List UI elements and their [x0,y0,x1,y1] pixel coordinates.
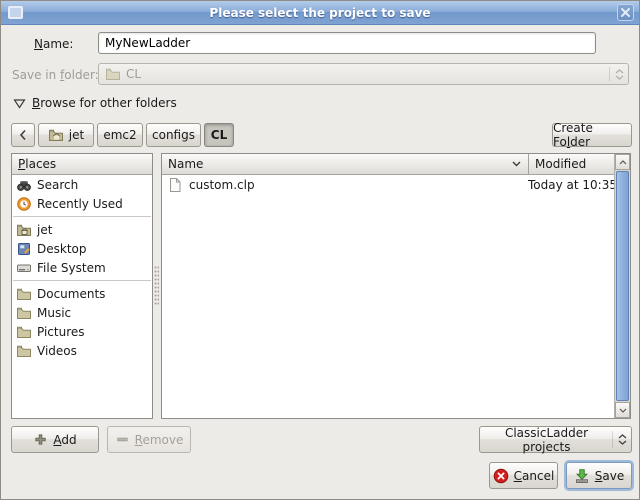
places-item-music[interactable]: Music [12,303,152,322]
search-icon [16,177,32,193]
places-panel: Places Search Recently Used [11,153,153,419]
path-label: configs [152,128,195,142]
scrollbar-thumb[interactable] [616,171,629,401]
column-modified-label: Modified [535,157,586,171]
close-button[interactable] [617,4,634,21]
save-label: Save [595,469,624,483]
plus-icon [33,432,48,447]
path-button-jet[interactable]: jet [38,123,94,147]
places-item-jet[interactable]: jet [12,220,152,239]
column-header-name[interactable]: Name [162,154,528,175]
save-icon [574,468,590,484]
remove-button: Remove [107,426,191,453]
folder-icon [105,66,121,82]
folder-icon [16,343,32,359]
filesystem-icon [16,260,32,276]
panel-splitter[interactable] [153,153,160,419]
close-icon [620,7,631,18]
file-list-scrollbar[interactable] [614,154,630,418]
remove-label: Remove [135,433,184,447]
path-back-button[interactable] [11,123,35,147]
places-header-label: Places [18,157,56,171]
path-button-configs[interactable]: configs [146,123,201,147]
save-button[interactable]: Save [566,462,632,489]
places-item-search[interactable]: Search [12,175,152,194]
scroll-down-button[interactable] [615,402,630,418]
save-in-folder-combo: CL [98,63,629,85]
places-item-desktop[interactable]: Desktop [12,239,152,258]
create-folder-label: Create Folder [553,121,631,149]
save-in-folder-label: Save in folder: [12,68,99,82]
folder-icon [16,305,32,321]
desktop-icon [16,241,32,257]
places-item-label: Videos [37,344,77,358]
create-folder-button[interactable]: Create Folder [552,123,632,147]
path-button-cl-current[interactable]: CL [204,123,234,147]
places-item-label: File System [37,261,106,275]
minus-icon [115,432,130,447]
file-modified: Today at 10:35 [528,178,614,192]
folder-icon [16,286,32,302]
places-separator [13,280,151,281]
file-icon [168,177,183,193]
add-button[interactable]: Add [11,426,99,453]
path-label: CL [211,128,227,142]
places-item-pictures[interactable]: Pictures [12,322,152,341]
combo-spinner-icon [609,67,624,81]
save-project-dialog: Please select the project to save Name: … [0,0,640,500]
cancel-button[interactable]: Cancel [489,462,558,489]
file-row-custom-clp[interactable]: custom.clp Today at 10:35 [162,175,614,195]
places-item-label: Pictures [37,325,85,339]
chevron-down-icon [619,408,627,413]
places-item-file-system[interactable]: File System [12,258,152,277]
places-item-label: Recently Used [37,197,123,211]
expander-label: Browse for other folders [32,96,177,110]
window-title: Please select the project to save [1,6,639,20]
browse-other-folders-expander[interactable]: Browse for other folders [13,96,177,110]
home-folder-icon [16,222,32,238]
chevron-up-icon [619,160,627,165]
places-item-label: Music [37,306,71,320]
places-item-documents[interactable]: Documents [12,284,152,303]
file-type-filter-combo[interactable]: ClassicLadder projects [479,426,632,453]
add-label: Add [53,433,76,447]
places-item-label: Documents [37,287,105,301]
places-item-label: Search [37,178,78,192]
places-item-label: Desktop [37,242,87,256]
save-in-folder-value: CL [126,67,604,81]
places-item-recently-used[interactable]: Recently Used [12,194,152,213]
places-item-label: jet [37,223,52,237]
path-button-emc2[interactable]: emc2 [97,123,143,147]
combo-spinner-icon [612,431,627,449]
filter-value: ClassicLadder projects [486,426,607,454]
expander-open-icon [13,98,26,109]
cancel-icon [493,468,509,484]
chevron-left-icon [19,129,27,141]
titlebar[interactable]: Please select the project to save [1,1,639,25]
folder-icon [16,324,32,340]
file-list-panel: Name Modified custom.clp Today at 10:35 [161,153,631,419]
places-separator [13,216,151,217]
name-input[interactable] [98,32,596,54]
column-header-modified[interactable]: Modified [528,154,614,175]
path-label: jet [69,128,84,142]
file-name: custom.clp [189,178,255,192]
home-folder-icon [48,127,64,143]
name-label: Name: [34,37,73,51]
sort-descending-icon [511,160,522,168]
places-item-videos[interactable]: Videos [12,341,152,360]
places-header: Places [12,154,152,175]
recent-icon [16,196,32,212]
splitter-grip-icon [154,266,159,306]
path-label: emc2 [103,128,136,142]
column-name-label: Name [168,157,203,171]
scroll-up-button[interactable] [615,154,630,170]
cancel-label: Cancel [514,469,555,483]
